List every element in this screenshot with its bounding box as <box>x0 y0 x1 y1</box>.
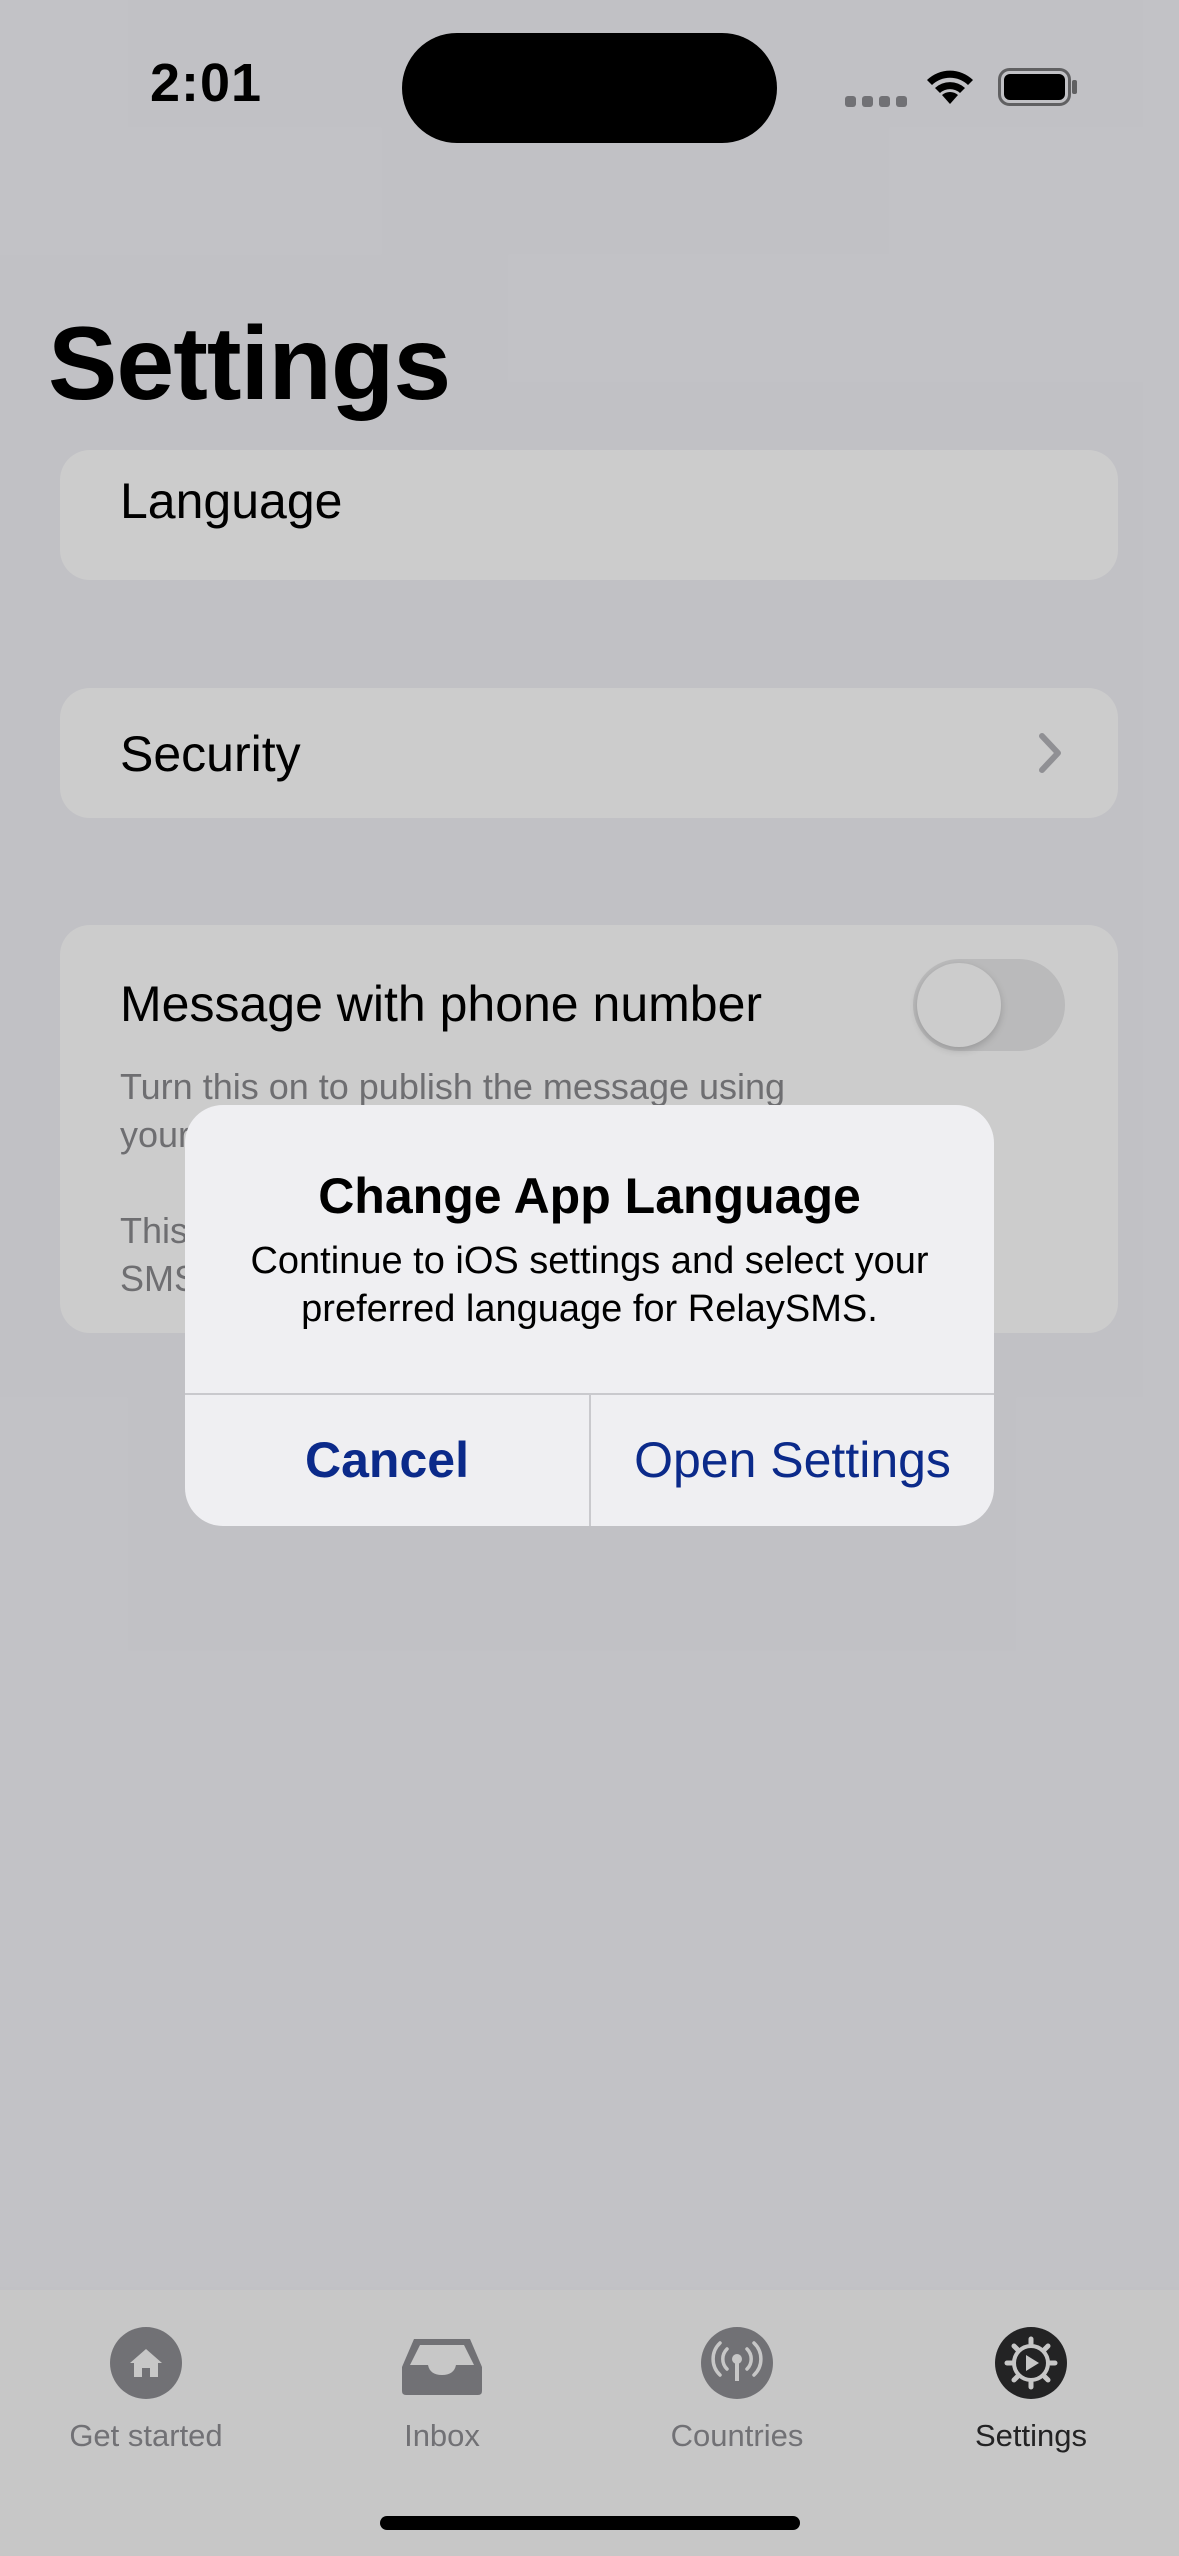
alert-message: Continue to iOS settings and select your… <box>250 1240 929 1330</box>
change-language-alert: Change App Language Continue to iOS sett… <box>185 1105 994 1526</box>
alert-title: Change App Language <box>318 1168 861 1224</box>
cancel-button[interactable]: Cancel <box>185 1395 589 1526</box>
open-settings-button[interactable]: Open Settings <box>591 1395 994 1526</box>
